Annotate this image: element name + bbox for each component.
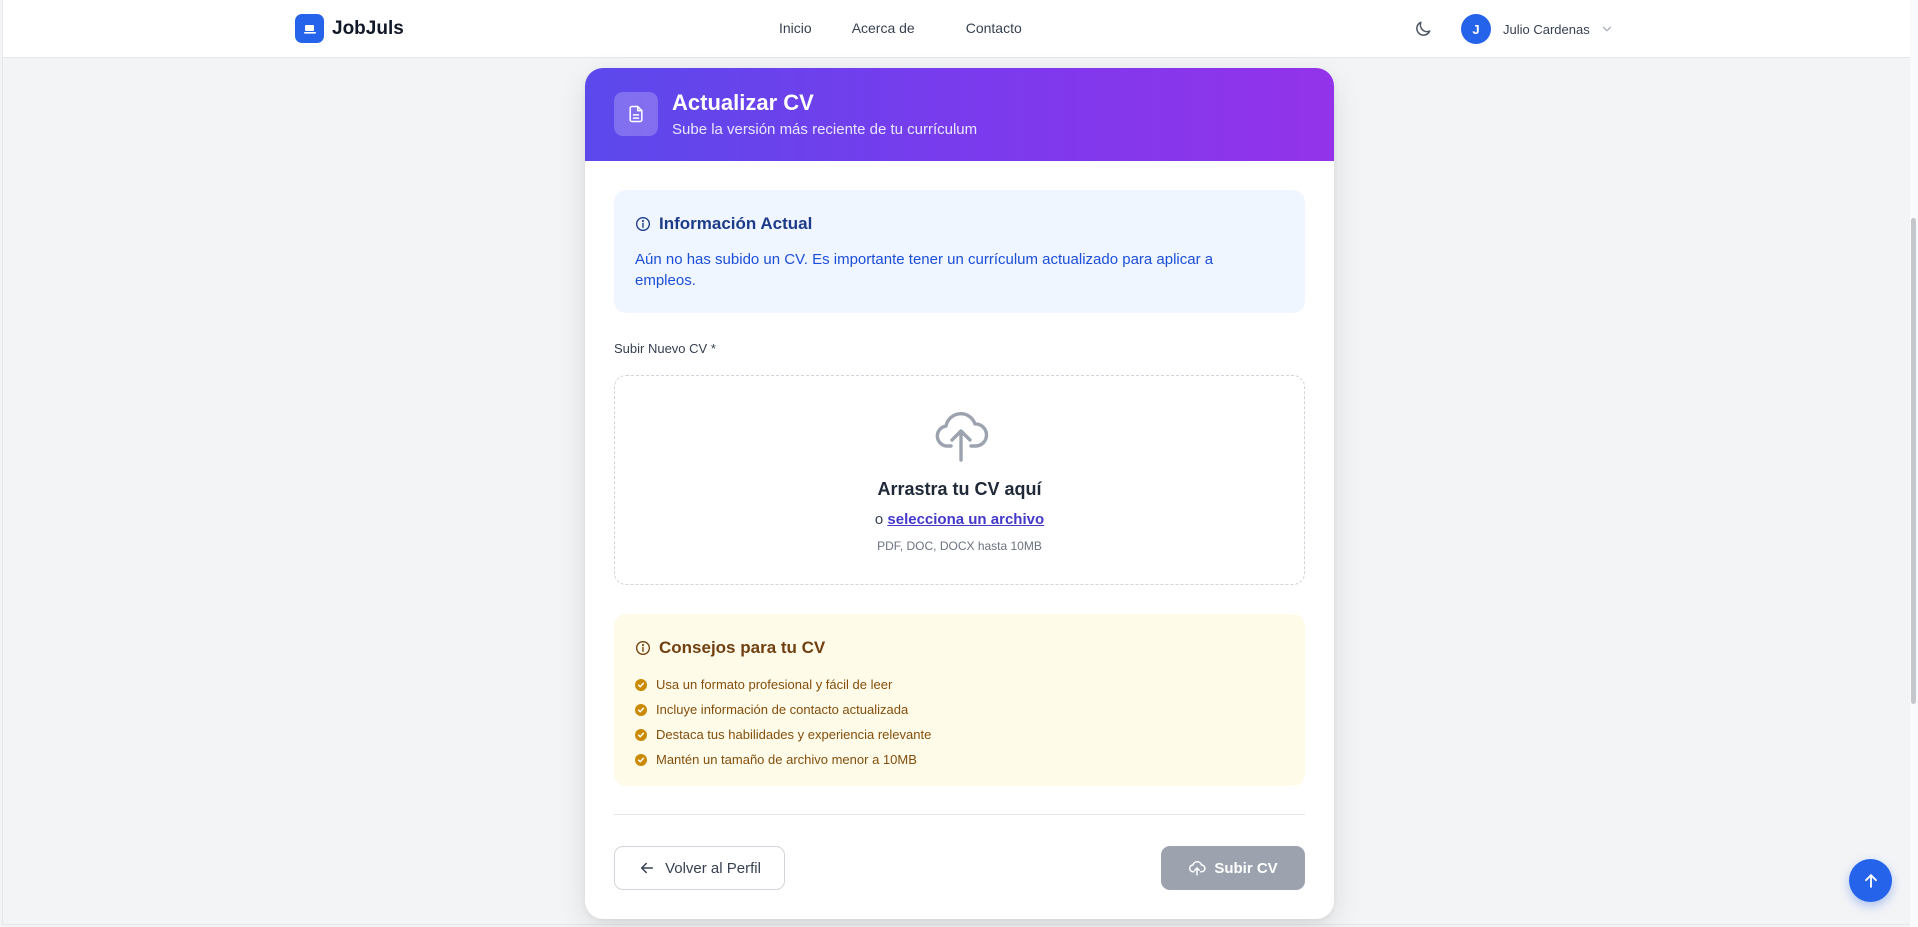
- back-button-label: Volver al Perfil: [665, 859, 761, 877]
- scroll-to-top-button[interactable]: [1849, 859, 1892, 902]
- briefcase-logo-icon: [295, 14, 324, 43]
- submit-cv-button[interactable]: Subir CV: [1161, 846, 1305, 890]
- brand-link[interactable]: JobJuls: [295, 14, 404, 43]
- current-info-panel: Información Actual Aún no has subido un …: [614, 190, 1305, 313]
- list-item: Incluye información de contacto actualiz…: [635, 697, 931, 722]
- main-nav: Inicio Acerca de Contacto: [779, 20, 1022, 36]
- divider: [614, 814, 1305, 815]
- list-item: Mantén un tamaño de archivo menor a 10MB: [635, 747, 931, 772]
- check-circle-icon: [635, 678, 647, 691]
- tips-title: Consejos para tu CV: [659, 638, 826, 657]
- update-cv-card: Actualizar CV Sube la versión más recien…: [585, 68, 1334, 919]
- submit-button-label: Subir CV: [1214, 859, 1278, 877]
- info-icon: [636, 641, 650, 655]
- cv-dropzone[interactable]: Arrastra tu CV aquí o selecciona un arch…: [614, 375, 1305, 585]
- info-title: Información Actual: [659, 214, 813, 233]
- check-circle-icon: [635, 728, 647, 741]
- list-item: Destaca tus habilidades y experiencia re…: [635, 722, 931, 747]
- cloud-upload-icon: [1189, 861, 1206, 876]
- info-icon: [636, 217, 650, 231]
- list-item: Usa un formato profesional y fácil de le…: [635, 672, 931, 697]
- cloud-upload-icon: [935, 412, 989, 462]
- nav-link-acerca[interactable]: Acerca de: [852, 20, 915, 36]
- drop-title: Arrastra tu CV aquí: [877, 479, 1042, 499]
- back-to-profile-button[interactable]: Volver al Perfil: [614, 846, 785, 890]
- avatar: J: [1461, 14, 1491, 44]
- card-header: Actualizar CV Sube la versión más recien…: [585, 68, 1334, 161]
- arrow-up-icon: [1864, 873, 1877, 888]
- user-name: Julio Cardenas: [1503, 21, 1590, 37]
- tips-panel: Consejos para tu CV Usa un formato profe…: [614, 614, 1305, 786]
- scrollbar-thumb[interactable]: [1911, 218, 1916, 704]
- browser-viewport: JobJuls Inicio Acerca de Contacto J Juli…: [2, 0, 1913, 925]
- page-title: Actualizar CV: [672, 90, 814, 115]
- tip-text: Usa un formato profesional y fácil de le…: [656, 677, 893, 692]
- tip-text: Mantén un tamaño de archivo menor a 10MB: [656, 752, 917, 767]
- user-menu[interactable]: J Julio Cardenas: [1461, 14, 1614, 44]
- tip-text: Incluye información de contacto actualiz…: [656, 702, 909, 717]
- chevron-down-icon: [1602, 26, 1611, 32]
- brand-name: JobJuls: [332, 17, 404, 39]
- info-heading: Información Actual: [635, 214, 812, 234]
- drop-or-line: o selecciona un archivo: [615, 511, 1304, 528]
- arrow-left-icon: [641, 862, 654, 874]
- tips-list: Usa un formato profesional y fácil de le…: [635, 672, 931, 772]
- file-format-hint: PDF, DOC, DOCX hasta 10MB: [877, 539, 1042, 553]
- check-circle-icon: [635, 753, 647, 766]
- upload-label: Subir Nuevo CV *: [614, 341, 716, 356]
- page-subtitle: Sube la versión más reciente de tu currí…: [672, 121, 978, 138]
- top-navbar: JobJuls Inicio Acerca de Contacto J Juli…: [3, 0, 1913, 58]
- nav-link-contacto[interactable]: Contacto: [966, 20, 1022, 36]
- tip-text: Destaca tus habilidades y experiencia re…: [656, 727, 932, 742]
- info-text: Aún no has subido un CV. Es importante t…: [635, 251, 1214, 289]
- document-icon: [614, 92, 658, 136]
- select-file-link[interactable]: selecciona un archivo: [887, 511, 1044, 528]
- check-circle-icon: [635, 703, 647, 716]
- nav-link-inicio[interactable]: Inicio: [779, 20, 812, 36]
- drop-or-text: o: [874, 511, 884, 528]
- moon-icon[interactable]: [1413, 19, 1433, 39]
- tips-heading: Consejos para tu CV: [635, 638, 825, 658]
